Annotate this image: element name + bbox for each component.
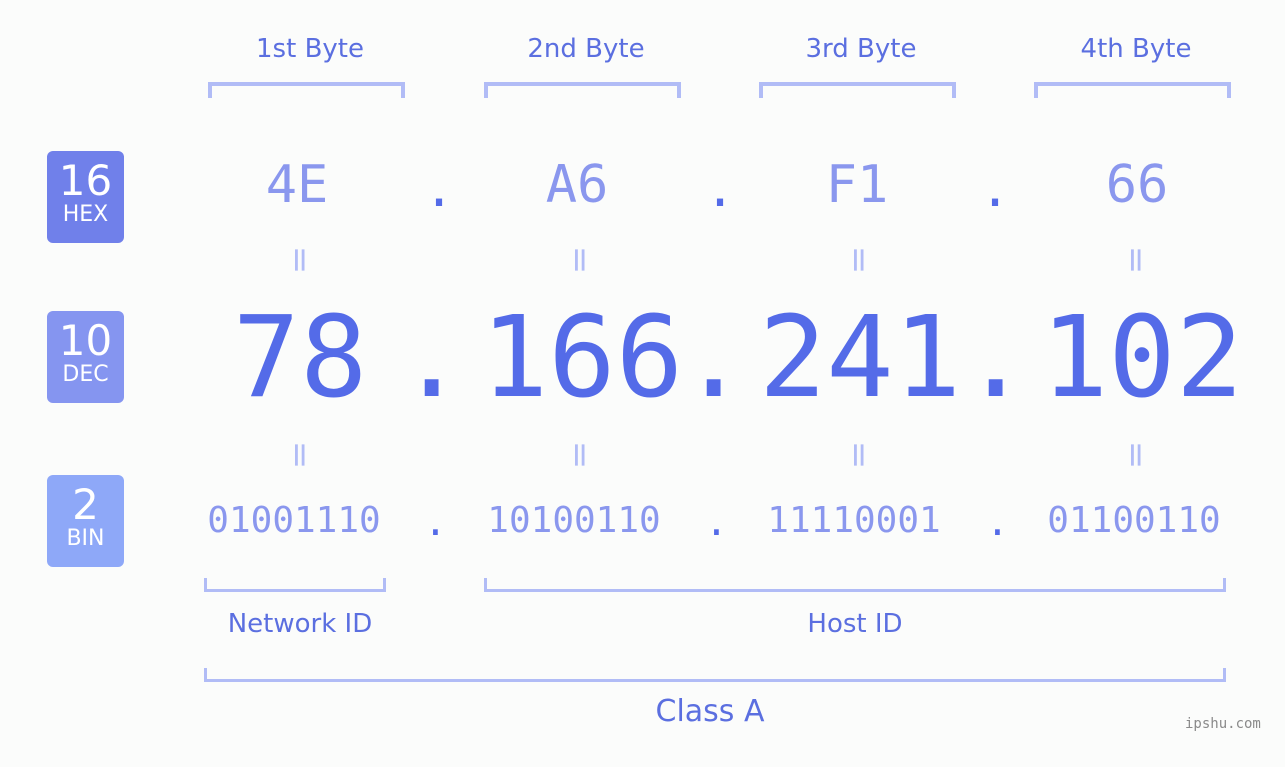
bin-byte-4: 01100110 <box>1047 500 1221 541</box>
byte-bracket-1 <box>208 82 405 98</box>
bin-badge-base: 2 <box>72 480 99 529</box>
dec-separator-2: . <box>680 293 748 423</box>
dec-byte-3: 241 <box>758 293 962 423</box>
bin-byte-3: 11110001 <box>767 500 941 541</box>
byte-header-4: 4th Byte <box>1080 34 1192 64</box>
network-id-label: Network ID <box>227 609 373 639</box>
byte-header-3: 3rd Byte <box>805 34 917 64</box>
dec-badge: 10 DEC <box>47 311 124 403</box>
hex-byte-1: 4E <box>265 155 329 215</box>
hex-byte-4: 66 <box>1105 155 1169 215</box>
byte-header-1: 1st Byte <box>256 34 364 64</box>
network-id-bracket <box>204 578 386 592</box>
bin-badge: 2 BIN <box>47 475 124 567</box>
equals-icon: = <box>839 245 879 275</box>
hex-badge-label: HEX <box>62 202 109 227</box>
equals-icon: = <box>839 440 879 470</box>
dec-byte-1: 78 <box>232 293 368 423</box>
hex-badge: 16 HEX <box>47 151 124 243</box>
byte-bracket-2 <box>484 82 681 98</box>
host-id-label: Host ID <box>807 609 903 639</box>
equals-icon: = <box>560 245 600 275</box>
equals-icon: = <box>1116 440 1156 470</box>
hex-separator-1: . <box>424 160 455 218</box>
bin-separator-1: . <box>424 500 447 544</box>
hex-byte-3: F1 <box>825 155 889 215</box>
host-id-bracket <box>484 578 1226 592</box>
equals-icon: = <box>1116 245 1156 275</box>
dec-badge-label: DEC <box>62 362 109 387</box>
equals-icon: = <box>280 440 320 470</box>
equals-icon: = <box>280 245 320 275</box>
bin-byte-2: 10100110 <box>487 500 661 541</box>
dec-separator-3: . <box>962 293 1030 423</box>
dec-byte-2: 166 <box>480 293 684 423</box>
dec-byte-4: 102 <box>1040 293 1244 423</box>
class-bracket <box>204 668 1226 682</box>
watermark: ipshu.com <box>1185 716 1261 732</box>
class-label: Class A <box>655 694 765 729</box>
hex-byte-2: A6 <box>545 155 609 215</box>
byte-header-2: 2nd Byte <box>527 34 645 64</box>
byte-bracket-4 <box>1034 82 1231 98</box>
byte-bracket-3 <box>759 82 956 98</box>
dec-badge-base: 10 <box>58 316 113 365</box>
bin-badge-label: BIN <box>66 526 105 551</box>
hex-separator-3: . <box>980 160 1011 218</box>
bin-separator-3: . <box>986 500 1009 544</box>
bin-separator-2: . <box>705 500 728 544</box>
hex-separator-2: . <box>705 160 736 218</box>
hex-badge-base: 16 <box>58 156 113 205</box>
bin-byte-1: 01001110 <box>207 500 381 541</box>
dec-separator-1: . <box>398 293 466 423</box>
equals-icon: = <box>560 440 600 470</box>
